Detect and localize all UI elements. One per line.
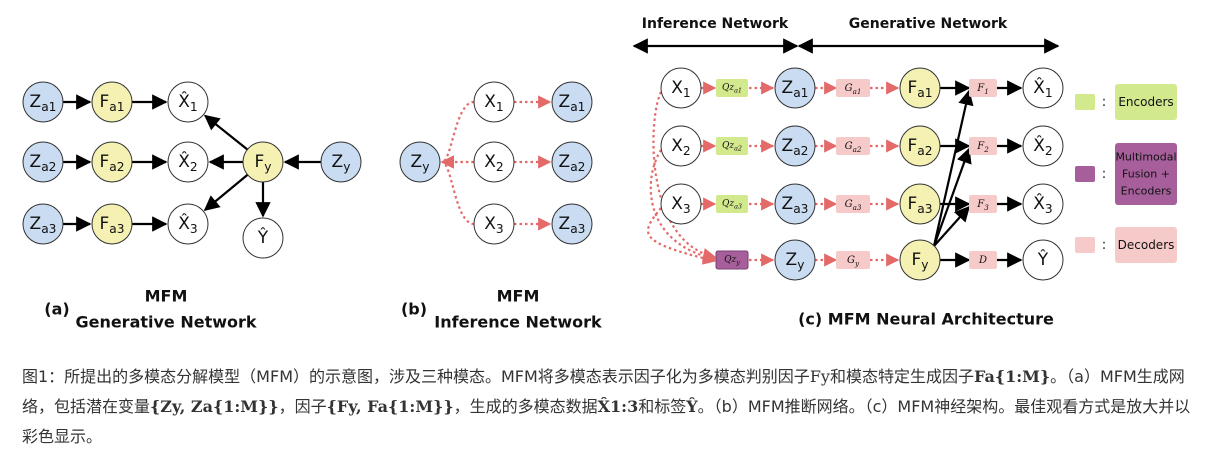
node-z-a3: Za3	[22, 203, 64, 245]
node-x-3: X̂3	[1022, 183, 1064, 225]
node-x-2: X̂2	[167, 141, 209, 183]
b-title-line2: Inference Network	[434, 313, 602, 332]
legend-fusion-line-2: Fusion +	[1122, 168, 1170, 181]
caption-fa: Fa{1:M}	[973, 367, 1051, 386]
c-panel-caption: (c) MFM Neural Architecture	[798, 310, 1054, 329]
legend-encoders-label: Encoders	[1118, 95, 1173, 109]
a-title-line1: MFM	[145, 287, 188, 306]
node-f-a3: Fa3	[899, 183, 941, 225]
legend-fusion-line-1: Multimodal	[1115, 151, 1176, 164]
caption-latent-set: {Zy, Za{1:M}}	[150, 397, 279, 416]
svg-text:D: D	[978, 255, 987, 266]
node-x-2: X2	[660, 125, 702, 167]
c-encoder-qz-a1: Qza1	[716, 79, 748, 97]
caption-text-1: 图1：所提出的多模态分解模型（MFM）的示意图，涉及三种模态。MFM将多模态表示…	[22, 367, 810, 386]
node-z-a2: Za2	[551, 141, 593, 183]
c-header-generative: Generative Network	[849, 16, 1008, 32]
svg-text:Ŷ: Ŷ	[1037, 248, 1049, 270]
node-f-a2: Fa2	[899, 125, 941, 167]
node-z-a1: Za1	[22, 81, 64, 123]
node-z-a1: Za1	[774, 67, 816, 109]
caption-text-5: ，生成的多模态数据	[453, 397, 598, 416]
legend-encoders: : Encoders	[1075, 84, 1177, 120]
node-z-a2: Za2	[774, 125, 816, 167]
node-z-a3: Za3	[774, 183, 816, 225]
node-: Ŷ	[242, 217, 284, 259]
legend-decoders: : Decoders	[1075, 227, 1177, 263]
legend-separator: :	[1102, 166, 1107, 182]
node-x-2: X2	[473, 141, 515, 183]
node-x-3: X3	[473, 203, 515, 245]
svg-text:Ŷ: Ŷ	[257, 226, 269, 248]
c-generator-g-a3: Ga3	[836, 195, 870, 213]
node-x-1: X̂1	[167, 81, 209, 123]
node-f-y: Fy	[899, 239, 941, 281]
node-x-1: X̂1	[1022, 67, 1064, 109]
c-edge-x-qzy-1	[652, 91, 717, 261]
node-f-a1: Fa1	[91, 81, 133, 123]
nodes-layer: Za1 Fa1 X̂1 Za2 Fa2 X̂2 Za3 Fa3 X̂3 Fy Zy Ŷ Zy X1 Za1 X…	[22, 67, 1177, 281]
caption-text-4: ，因子	[278, 397, 327, 416]
legend-decoders-label: Decoders	[1118, 238, 1175, 252]
c-decoder-d: D	[969, 251, 997, 269]
c-encoder-qz-a3: Qza3	[716, 195, 748, 213]
b-edge-x-zy-3	[440, 155, 475, 226]
b-panel-tag: (b)	[401, 300, 427, 319]
caption-xhat: X̂1:3	[597, 397, 639, 416]
a-title-line2: Generative Network	[75, 313, 256, 332]
node-f-a2: Fa2	[91, 141, 133, 183]
node-x-2: X̂2	[1022, 125, 1064, 167]
node-x-1: X1	[660, 67, 702, 109]
a-panel-tag: (a)	[44, 300, 69, 319]
node-x-1: X1	[473, 81, 515, 123]
node-z-y: Zy	[320, 141, 362, 183]
c-encoder-qz-y: Qzy	[715, 250, 749, 270]
b-title-line1: MFM	[497, 287, 540, 306]
caption-factor-set: {Fy, Fa{1:M}}	[326, 397, 454, 416]
node-f-a3: Fa3	[91, 203, 133, 245]
c-generator-g-y: Gy	[836, 251, 870, 269]
legend-fusion: : Multimodal Fusion + Encoders	[1075, 143, 1177, 205]
a-edge-fy-x-3	[203, 173, 249, 211]
legend-separator: :	[1102, 237, 1107, 253]
c-decoder-f-1: F1	[969, 79, 997, 97]
node-z-a3: Za3	[551, 203, 593, 245]
node-f-a1: Fa1	[899, 67, 941, 109]
caption-text-6: 和标签	[638, 397, 687, 416]
b-edge-x-zy-1	[440, 100, 475, 169]
node-z-a2: Za2	[22, 141, 64, 183]
node-z-a1: Za1	[551, 81, 593, 123]
node-z-y: Zy	[774, 239, 816, 281]
c-generator-g-a2: Ga2	[836, 137, 870, 155]
caption-text-2: 和模态特定生成因子	[829, 367, 974, 386]
c-decoder-f-2: F2	[969, 137, 997, 155]
figure-caption: 图1：所提出的多模态分解模型（MFM）的示意图，涉及三种模态。MFM将多模态表示…	[22, 362, 1192, 452]
c-decoder-f-3: F3	[969, 195, 997, 213]
a-edge-fy-x-1	[203, 114, 249, 151]
c-generator-g-a1: Ga1	[836, 79, 870, 97]
caption-yhat: Ŷ	[686, 397, 698, 416]
node-: Ŷ	[1022, 239, 1064, 281]
c-edge-fy-fu-1	[932, 89, 974, 247]
node-f-y: Fy	[242, 141, 284, 183]
node-z-y: Zy	[399, 141, 441, 183]
node-x-3: X̂3	[167, 203, 209, 245]
legend-separator: :	[1102, 94, 1107, 110]
c-header-inference: Inference Network	[642, 16, 789, 32]
c-encoder-qz-a2: Qza2	[716, 137, 748, 155]
mfm-figure: Za1 Fa1 X̂1 Za2 Fa2 X̂2 Za3 Fa3 X̂3 Fy Zy Ŷ Zy X1 Za1 X…	[22, 16, 1177, 332]
node-x-3: X3	[660, 183, 702, 225]
caption-fy: Fy	[809, 367, 830, 386]
legend-fusion-line-3: Encoders	[1121, 185, 1172, 198]
